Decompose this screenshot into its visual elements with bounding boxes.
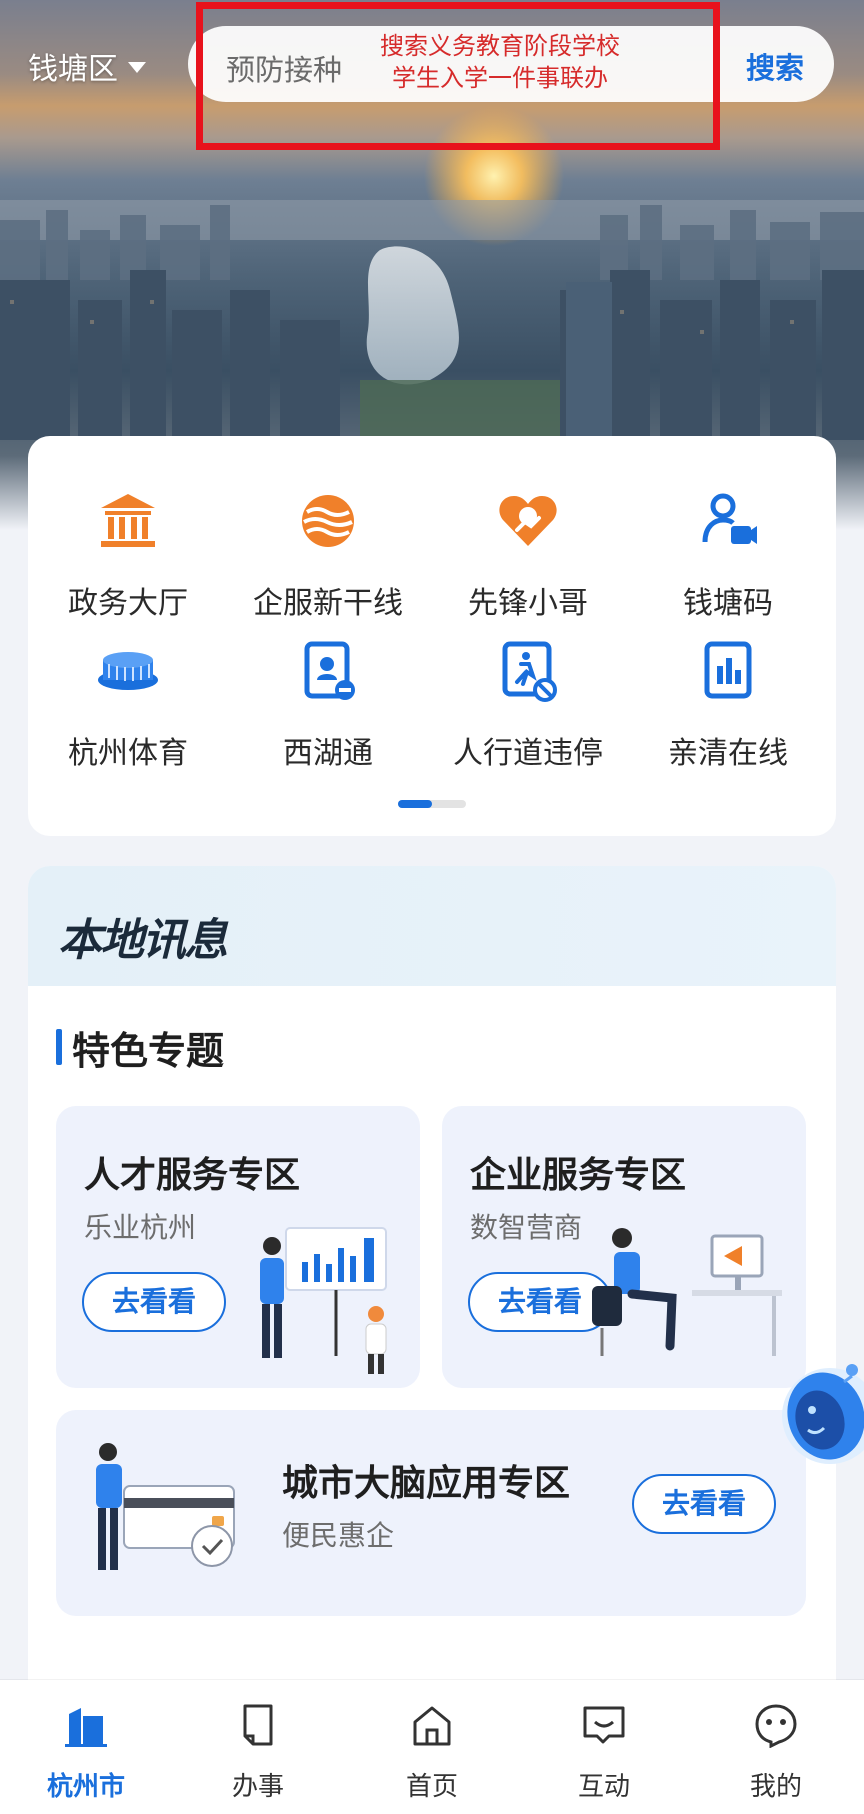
service-item-enterprise[interactable]: 企服新干线: [228, 486, 428, 622]
qiantang-code-icon: [702, 493, 757, 544]
search-button[interactable]: 搜索: [746, 45, 804, 87]
tile-title: 人才服务专区: [84, 1155, 301, 1196]
talent-service-tile[interactable]: 人才服务专区 乐业杭州 去看看: [56, 1106, 420, 1388]
chevron-down-icon: [128, 61, 146, 73]
section-title-text: 特色专题: [72, 1028, 225, 1073]
service-label: 西湖通: [283, 736, 373, 771]
service-item-vanguard[interactable]: 先锋小哥: [428, 486, 628, 622]
chat-icon: [583, 1706, 625, 1744]
tile-title: 城市大脑应用专区: [282, 1463, 571, 1504]
tab-interaction[interactable]: 互动: [544, 1702, 664, 1803]
assistant-robot-icon[interactable]: [760, 1350, 864, 1480]
tile-subtitle: 便民惠企: [282, 1519, 395, 1552]
sidewalk-parking-icon: [502, 641, 557, 702]
service-label: 钱塘码: [683, 586, 773, 621]
document-icon: [243, 1704, 273, 1746]
district-selector[interactable]: 钱塘区: [28, 44, 146, 88]
page-indicator-active: [398, 800, 432, 808]
tab-services[interactable]: 办事: [198, 1702, 318, 1803]
tab-label: 首页: [405, 1772, 458, 1802]
xihu-pass-icon: [304, 641, 355, 700]
tab-label: 互动: [577, 1772, 630, 1802]
profile-icon: [755, 1704, 797, 1749]
city-brain-go-button[interactable]: 去看看: [632, 1474, 776, 1534]
tile-subtitle: 数智营商: [470, 1211, 583, 1244]
service-item-sidewalk-parking[interactable]: 人行道违停: [428, 636, 628, 772]
stadium-icon: [98, 652, 158, 690]
vanguard-courier-icon: [499, 496, 557, 546]
tile-subtitle: 乐业杭州: [84, 1211, 197, 1244]
annotation-line-2: 学生入学一件事联办: [392, 64, 608, 92]
enterprise-go-button[interactable]: 去看看: [468, 1272, 612, 1332]
enterprise-service-tile[interactable]: 企业服务专区 数智营商 去看看: [442, 1106, 806, 1388]
section-title-bar: [56, 1029, 62, 1065]
tab-hangzhou[interactable]: 杭州市: [26, 1702, 146, 1803]
top-bar: 钱塘区 预防接种 搜索 搜索义务教育阶段学校 学生入学一件事联办: [0, 0, 864, 150]
bottom-navigation: 杭州市 办事 首页 互动 我的: [0, 1680, 864, 1814]
tab-label: 我的: [749, 1772, 802, 1802]
service-label: 先锋小哥: [468, 586, 588, 621]
talent-go-button[interactable]: 去看看: [82, 1272, 226, 1332]
enterprise-service-icon: [302, 495, 354, 547]
home-icon: [413, 1706, 451, 1746]
local-news-card: 本地讯息 特色专题 人才服务专区 乐业杭州 去看看 企业服务专区 数智营商 去看…: [28, 866, 836, 1706]
tab-label: 办事: [231, 1772, 284, 1802]
city-buildings-icon: [65, 1708, 107, 1747]
tab-profile[interactable]: 我的: [716, 1702, 836, 1803]
service-label: 企服新干线: [253, 586, 403, 621]
annotation-text: 搜索义务教育阶段学校 学生入学一件事联办: [360, 30, 640, 94]
district-label: 钱塘区: [28, 52, 118, 87]
service-label: 政务大厅: [68, 586, 188, 621]
tab-label: 杭州市: [46, 1772, 125, 1802]
service-item-government-hall[interactable]: 政务大厅: [28, 486, 228, 622]
page-indicator: [398, 800, 466, 808]
tile-title: 企业服务专区: [470, 1155, 687, 1196]
qinqing-online-icon: [704, 641, 752, 699]
service-item-hangzhou-sports[interactable]: 杭州体育: [28, 636, 228, 772]
local-news-header: 本地讯息: [28, 866, 836, 986]
government-hall-icon: [101, 494, 155, 547]
service-item-qiantang-code[interactable]: 钱塘码: [628, 486, 828, 622]
service-label: 杭州体育: [68, 736, 188, 771]
talent-illustration: [260, 1227, 387, 1374]
tab-home[interactable]: 首页: [372, 1702, 492, 1803]
local-news-logo: 本地讯息: [58, 915, 228, 966]
annotation-line-1: 搜索义务教育阶段学校: [380, 32, 620, 60]
service-item-qinqing-online[interactable]: 亲清在线: [628, 636, 828, 772]
service-item-xihu-pass[interactable]: 西湖通: [228, 636, 428, 772]
service-label: 人行道违停: [453, 736, 603, 771]
city-brain-illustration: [96, 1443, 235, 1570]
city-brain-tile[interactable]: 城市大脑应用专区 便民惠企 去看看: [56, 1410, 806, 1616]
section-title: 特色专题: [56, 1022, 225, 1073]
service-label: 亲清在线: [668, 736, 788, 771]
service-grid: 政务大厅 企服新干线 先锋小哥 钱塘码 杭州体育 西湖通 人行道违停 亲清在线: [28, 436, 836, 836]
